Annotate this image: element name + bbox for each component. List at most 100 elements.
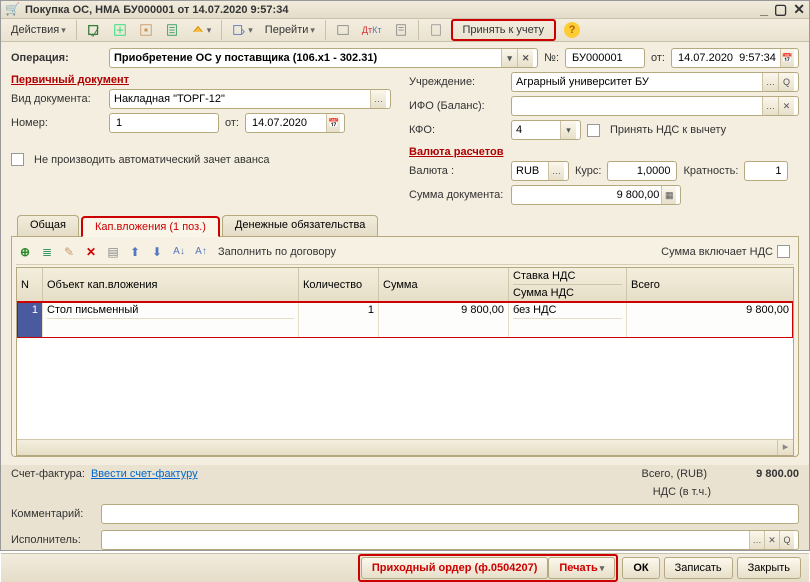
prim-date-field[interactable]: 📅: [245, 113, 345, 133]
doc-type-field[interactable]: Накладная "ТОРГ-12" …: [109, 89, 391, 109]
down-icon[interactable]: ⬇: [148, 243, 166, 261]
col-sum[interactable]: Сумма: [379, 268, 509, 301]
col-qty[interactable]: Количество: [299, 268, 379, 301]
minimize-button[interactable]: _: [760, 1, 768, 18]
fill-by-contract[interactable]: Заполнить по договору: [218, 246, 336, 258]
sum-includes-vat-label: Сумма включает НДС: [661, 246, 773, 258]
insert-icon[interactable]: ≣: [38, 243, 56, 261]
open-icon[interactable]: Q: [778, 73, 794, 91]
col-n[interactable]: N: [17, 268, 43, 301]
mult-label: Кратность:: [683, 165, 738, 177]
invoice-link[interactable]: Ввести счет-фактуру: [91, 468, 198, 480]
ifo-field[interactable]: … ✕: [511, 96, 799, 116]
doc-date-field[interactable]: 📅: [671, 48, 799, 68]
no-advance-checkbox[interactable]: [11, 153, 24, 166]
tb-akkt[interactable]: ДтКт: [358, 19, 386, 41]
add-icon[interactable]: ⊕: [16, 243, 34, 261]
institution-label: Учреждение:: [409, 76, 505, 88]
dropdown-icon[interactable]: ▾: [501, 49, 517, 67]
open-icon[interactable]: Q: [779, 531, 794, 549]
calendar-icon[interactable]: 📅: [780, 49, 794, 67]
mult-field[interactable]: [744, 161, 788, 181]
sort-desc-icon[interactable]: A↑: [192, 243, 210, 261]
ok-button[interactable]: ОК: [622, 557, 659, 579]
ellipsis-icon[interactable]: …: [370, 90, 386, 108]
maximize-button[interactable]: ▢: [774, 1, 787, 18]
doc-sum-field[interactable]: ▦: [511, 185, 681, 205]
tb-icon-8[interactable]: [390, 19, 412, 41]
kfo-field[interactable]: 4 ▾: [511, 120, 581, 140]
doc-sum-label: Сумма документа:: [409, 189, 505, 201]
tb-icon-6[interactable]: [228, 19, 257, 41]
footer: Приходный ордер (ф.0504207) Печать ОК За…: [1, 553, 809, 582]
prim-date-label: от:: [225, 117, 239, 129]
operation-field[interactable]: Приобретение ОС у поставщика (106.х1 - 3…: [109, 48, 538, 68]
doc-number-field[interactable]: [565, 48, 645, 68]
close-button[interactable]: ✕: [793, 1, 805, 18]
tab-capital[interactable]: Кап.вложения (1 поз.): [81, 216, 220, 237]
clear-icon[interactable]: ✕: [778, 97, 794, 115]
ellipsis-icon[interactable]: …: [762, 73, 778, 91]
comment-field[interactable]: [101, 504, 799, 524]
rate-field[interactable]: [607, 161, 677, 181]
comment-label: Комментарий:: [11, 508, 95, 520]
actions-menu[interactable]: Действия: [7, 19, 70, 41]
col-vat[interactable]: Ставка НДС Сумма НДС: [509, 268, 627, 301]
grid: N Объект кап.вложения Количество Сумма С…: [16, 267, 794, 456]
operation-label: Операция:: [11, 52, 103, 64]
tb-icon-4[interactable]: [161, 19, 183, 41]
delete-icon[interactable]: ✕: [82, 243, 100, 261]
copy-icon[interactable]: ▤: [104, 243, 122, 261]
titlebar: 🛒 Покупка ОС, НМА БУ000001 от 14.07.2020…: [1, 1, 809, 19]
cell-vat: без НДС: [509, 302, 627, 338]
currency-label: Валюта :: [409, 165, 505, 177]
help-icon[interactable]: ?: [564, 22, 580, 38]
cell-total: 9 800,00: [627, 302, 793, 338]
tb-icon-2[interactable]: [109, 19, 131, 41]
sum-includes-vat-checkbox[interactable]: [777, 245, 790, 258]
col-object[interactable]: Объект кап.вложения: [43, 268, 299, 301]
calc-icon[interactable]: ▦: [661, 186, 676, 204]
ellipsis-icon[interactable]: …: [548, 162, 564, 180]
edit-icon[interactable]: ✎: [60, 243, 78, 261]
tab-liabilities[interactable]: Денежные обязательства: [222, 215, 378, 236]
tab-general[interactable]: Общая: [17, 215, 79, 236]
kfo-label: КФО:: [409, 124, 505, 136]
primary-doc-header: Первичный документ: [11, 74, 129, 86]
table-row[interactable]: 1 Стол письменный 1 9 800,00 без НДС 9 8…: [17, 302, 793, 338]
window-title: Покупка ОС, НМА БУ000001 от 14.07.2020 9…: [25, 4, 760, 16]
tabs: Общая Кап.вложения (1 поз.) Денежные обя…: [11, 215, 799, 237]
tab-body: ⊕ ≣ ✎ ✕ ▤ ⬆ ⬇ A↓ A↑ Заполнить по договор…: [11, 237, 799, 457]
up-icon[interactable]: ⬆: [126, 243, 144, 261]
receipt-order-button[interactable]: Приходный ордер (ф.0504207): [361, 557, 549, 579]
clear-icon[interactable]: ✕: [764, 531, 779, 549]
tb-icon-5[interactable]: [187, 19, 216, 41]
tb-icon-7[interactable]: [332, 19, 354, 41]
col-total[interactable]: Всего: [627, 268, 793, 301]
cell-sum: 9 800,00: [379, 302, 509, 338]
prim-number-field[interactable]: [109, 113, 219, 133]
sort-asc-icon[interactable]: A↓: [170, 243, 188, 261]
tb-icon-3[interactable]: [135, 19, 157, 41]
save-button[interactable]: Записать: [664, 557, 733, 579]
institution-field[interactable]: Аграрный университет БУ … Q: [511, 72, 799, 92]
tb-icon-9[interactable]: [425, 19, 447, 41]
vat-deduct-checkbox[interactable]: [587, 124, 600, 137]
performer-field[interactable]: … ✕ Q: [101, 530, 799, 550]
calendar-icon[interactable]: 📅: [326, 114, 340, 132]
ellipsis-icon[interactable]: …: [762, 97, 778, 115]
no-advance-label: Не производить автоматический зачет аван…: [34, 154, 270, 166]
accept-button[interactable]: Принять к учету: [451, 19, 557, 41]
dropdown-icon[interactable]: ▾: [560, 121, 576, 139]
cell-qty: 1: [299, 302, 379, 338]
print-button[interactable]: Печать: [548, 557, 615, 579]
invoice-label: Счет-фактура:: [11, 468, 85, 480]
currency-field[interactable]: RUB …: [511, 161, 569, 181]
go-menu[interactable]: Перейти: [261, 19, 319, 41]
grid-scrollbar[interactable]: ▸: [17, 439, 793, 455]
close-footer-button[interactable]: Закрыть: [737, 557, 801, 579]
date-label: от:: [651, 52, 665, 64]
clear-icon[interactable]: ✕: [517, 49, 533, 67]
ellipsis-icon[interactable]: …: [749, 531, 764, 549]
tb-icon-1[interactable]: [83, 19, 105, 41]
